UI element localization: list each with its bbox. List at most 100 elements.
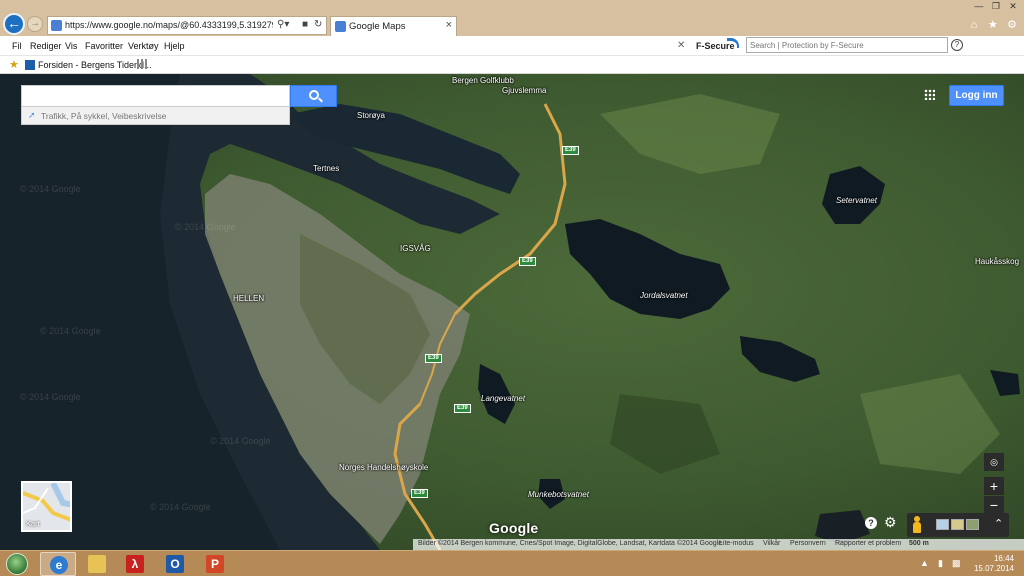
road-shield-e39: E39 [519,257,536,266]
map-label-setervatnet[interactable]: Setervatnet [836,196,877,205]
favorite-item-bergens-tidende[interactable]: Forsiden - Bergens Tidend... [38,60,152,70]
my-location-icon[interactable]: ◎ [984,453,1004,471]
taskbar-outlook[interactable]: O [157,552,193,576]
home-icon[interactable]: ⌂ [966,19,982,31]
lite-mode-link[interactable]: Lite-modus [719,540,754,547]
add-favorite-star-icon[interactable]: ★ [9,58,19,71]
menu-item-favoritter[interactable]: Favoritter [85,41,123,51]
internet-explorer-icon: e [50,556,68,574]
map-label-gjuvslemma[interactable]: Gjuvslemma [502,86,546,95]
watermark: © 2014 Google [20,184,81,194]
road-shield-e39: E39 [454,404,471,413]
layer-thumb-earth[interactable] [966,519,979,530]
layers-panel: ⌃ [907,513,1009,537]
taskbar-powerpoint[interactable]: P [197,552,233,576]
favorites-bar: ★ Forsiden - Bergens Tidend... [0,56,1024,74]
adobe-reader-icon: λ [126,555,144,573]
layer-thumb-map[interactable] [936,519,949,530]
maps-search-input[interactable] [21,85,290,107]
back-button[interactable]: ← [3,13,25,35]
search-icon [309,90,319,100]
zoom-out-button[interactable]: − [984,496,1004,514]
directions-label: Trafikk, På sykkel, Veibeskrivelse [41,111,167,121]
address-bar[interactable]: https://www.google.no/maps/@60.4333199,5… [47,16,327,35]
map-label-storoya[interactable]: Storøya [357,111,385,120]
tab-label: Google Maps [349,21,406,32]
apps-grid-icon[interactable] [924,89,935,100]
refresh-icon[interactable]: ↻ [314,19,322,30]
road-shield-e39: E39 [425,354,442,363]
taskbar-adobe-reader[interactable]: λ [117,552,153,576]
map-label-munkebotsvatnet[interactable]: Munkebotsvatnet [528,490,589,499]
privacy-link[interactable]: Personvern [790,540,826,547]
system-tray: ▲ ▮ ▩ 16:44 15.07.2014 [904,551,1024,576]
folder-icon [88,555,106,573]
tab-close-icon[interactable]: × [446,19,452,31]
scale-label[interactable]: 500 m [909,540,929,547]
map-label-jordalsvatnet[interactable]: Jordalsvatnet [640,291,688,300]
outlook-icon: O [166,555,184,573]
directions-icon: ➚ [28,110,36,120]
map-label-haukasskog[interactable]: Haukåsskog [975,257,1019,266]
menu-item-rediger[interactable]: Rediger [30,41,62,51]
menu-item-vis[interactable]: Vis [65,41,77,51]
map-view-toggle[interactable]: Kart [21,481,72,532]
menu-item-fil[interactable]: Fil [12,41,22,51]
road-shield-e39: E39 [411,489,428,498]
layer-thumb-terrain[interactable] [951,519,964,530]
map-label-norges-handelshoyskole[interactable]: Norges Handelshøyskole [339,463,428,472]
terms-link[interactable]: Vilkår [763,540,780,547]
search-dropdown-icon[interactable]: ⚲▾ [277,19,289,30]
tools-gear-icon[interactable]: ⚙ [1004,18,1020,31]
report-problem-link[interactable]: Rapporter et problem [835,540,901,547]
show-hidden-icons-chevron-icon[interactable]: ▲ [920,558,929,568]
satellite-map[interactable]: © 2014 Google © 2014 Google © 2014 Googl… [0,74,1024,550]
help-icon[interactable]: ? [951,39,963,51]
clock-date[interactable]: 15.07.2014 [974,564,1014,573]
road-shield-e39: E39 [562,146,579,155]
menu-item-verktoy[interactable]: Verktøy [128,41,159,51]
directions-row[interactable]: ➚ Trafikk, På sykkel, Veibeskrivelse [21,107,290,125]
map-settings-gear-icon[interactable]: ⚙ [884,514,897,531]
start-button[interactable] [6,553,28,575]
network-signal-icon[interactable]: ▩ [952,558,961,569]
address-url[interactable]: https://www.google.no/maps/@60.4333199,5… [65,20,273,30]
fsecure-close-icon[interactable]: ✕ [677,40,685,51]
map-label-bergen-golfklubb[interactable]: Bergen Golfklubb [452,76,514,85]
maps-search-button[interactable] [290,85,337,107]
zoom-in-button[interactable]: + [984,477,1004,495]
attribution-bar: Bilder ©2014 Bergen kommune, Cnes/Spot I… [413,539,1024,550]
clock-time[interactable]: 16:44 [994,554,1014,563]
favorites-star-icon[interactable]: ★ [985,18,1001,31]
menu-item-hjelp[interactable]: Hjelp [164,41,185,51]
web-slice-icon[interactable] [137,59,147,69]
powerpoint-icon: P [206,555,224,573]
battery-icon[interactable]: ▮ [938,558,943,569]
browser-title-bar: ← → https://www.google.no/maps/@60.43331… [0,0,1024,36]
taskbar-file-explorer[interactable] [79,552,115,576]
login-button[interactable]: Logg inn [949,85,1004,106]
watermark: © 2014 Google [175,222,236,232]
forward-button[interactable]: → [27,16,43,32]
imagery-attribution: Bilder ©2014 Bergen kommune, Cnes/Spot I… [418,540,723,547]
watermark: © 2014 Google [150,502,211,512]
close-window-icon[interactable]: ✕ [1006,1,1020,11]
expand-chevron-icon[interactable]: ⌃ [994,517,1003,530]
google-logo: Google [489,520,539,536]
map-label-hellen[interactable]: HELLEN [233,294,264,303]
map-help-icon[interactable]: ? [865,517,877,529]
map-label-tertnes[interactable]: Tertnes [313,164,339,173]
fsecure-search-input[interactable] [746,37,948,53]
taskbar-internet-explorer[interactable]: e [40,552,76,576]
watermark: © 2014 Google [210,436,271,446]
pegman-icon[interactable] [913,516,921,533]
satellite-imagery [0,74,1024,550]
restore-icon[interactable]: ❐ [989,1,1003,11]
lock-icon[interactable]: ■ [302,19,308,30]
menu-bar: Fil Rediger Vis Favoritter Verktøy Hjelp… [0,36,1024,56]
map-label-langevatnet[interactable]: Langevatnet [481,394,525,403]
zoom-control: ◎ + − [984,453,1004,515]
map-label-igsvag[interactable]: IGSVÅG [400,244,431,253]
tab-google-maps[interactable]: Google Maps × [330,16,457,36]
minimize-icon[interactable]: — [972,1,986,11]
